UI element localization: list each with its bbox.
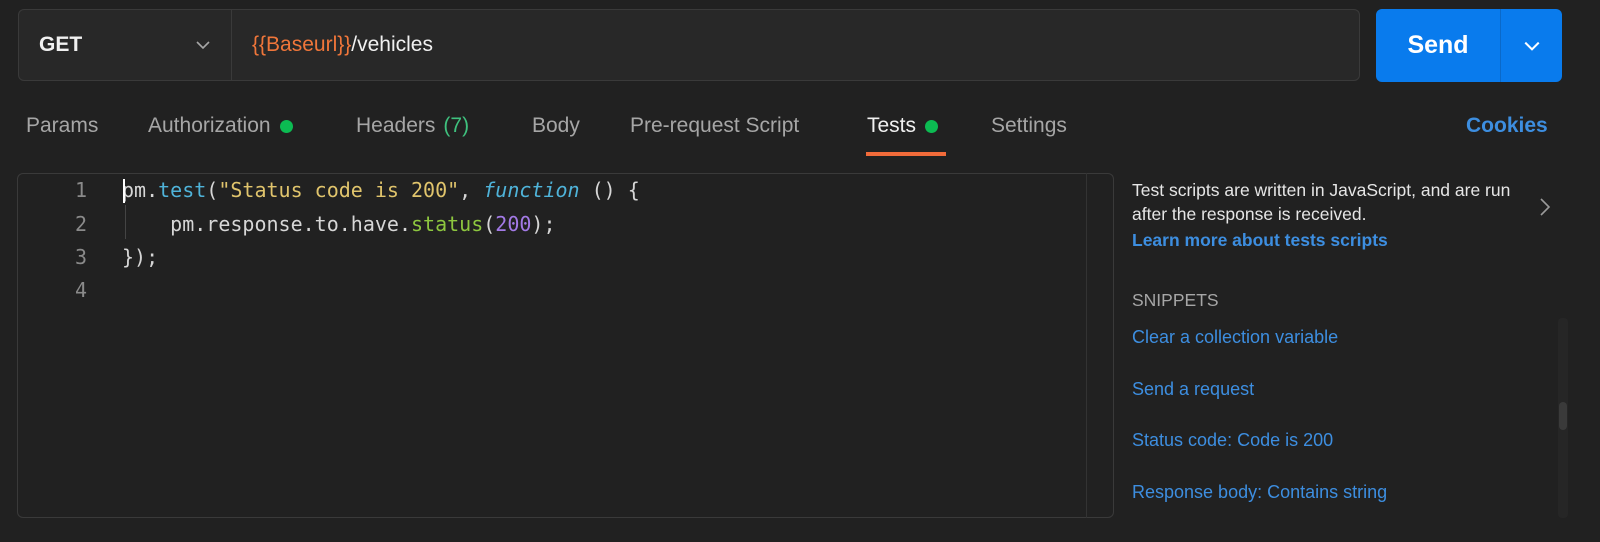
request-url-bar: GET {{Baseurl}}/vehicles	[18, 9, 1360, 81]
send-button[interactable]: Send	[1376, 9, 1501, 82]
tab-settings[interactable]: Settings	[991, 114, 1067, 138]
tests-description: Test scripts are written in JavaScript, …	[1132, 180, 1511, 224]
indent-guide	[125, 205, 126, 239]
url-path: /vehicles	[351, 33, 433, 56]
cookies-link[interactable]: Cookies	[1466, 114, 1548, 138]
code-line: 4	[0, 273, 87, 307]
code-line: 1 pm.test("Status code is 200", function…	[0, 173, 640, 207]
tab-params[interactable]: Params	[26, 114, 98, 138]
tests-side-panel: Test scripts are written in JavaScript, …	[1132, 178, 1562, 251]
snippet-link[interactable]: Send a request	[1132, 379, 1254, 400]
text-cursor	[123, 179, 125, 203]
method-label: GET	[39, 33, 83, 56]
url-variable: {{Baseurl}}	[252, 33, 352, 56]
line-number: 2	[74, 212, 87, 236]
code-text: pm.test("Status code is 200", function (…	[122, 178, 640, 202]
code-text: });	[122, 245, 159, 269]
tab-label: Authorization	[148, 114, 271, 137]
tab-label: Settings	[991, 114, 1067, 137]
chevron-down-icon	[196, 41, 210, 50]
snippets-heading: SNIPPETS	[1132, 290, 1219, 310]
url-input[interactable]: {{Baseurl}}/vehicles	[232, 33, 433, 57]
line-number: 4	[74, 278, 87, 302]
tab-headers[interactable]: Headers (7)	[356, 114, 469, 138]
send-options-button[interactable]	[1501, 9, 1562, 82]
tab-authorization[interactable]: Authorization	[148, 114, 293, 138]
tab-label: Params	[26, 114, 99, 137]
scrollbar-thumb[interactable]	[1559, 402, 1567, 430]
request-tabs: Params Authorization Headers (7) Body Pre…	[0, 104, 1600, 156]
tab-pre-request-script[interactable]: Pre-request Script	[630, 114, 799, 138]
learn-more-link[interactable]: Learn more about tests scripts	[1132, 230, 1562, 251]
status-dot-icon	[279, 119, 293, 133]
snippet-link[interactable]: Response body: Contains string	[1132, 482, 1387, 503]
tab-tests[interactable]: Tests	[867, 114, 939, 138]
line-number: 1	[74, 178, 87, 202]
method-select[interactable]: GET	[19, 10, 232, 80]
code-line: 3 });	[0, 240, 158, 274]
tab-label: Headers	[356, 114, 436, 137]
code-text: pm.response.to.have.status(200);	[170, 212, 556, 236]
tab-label: Tests	[867, 114, 917, 137]
headers-count: (7)	[443, 114, 470, 137]
chevron-right-icon[interactable]	[1537, 196, 1553, 218]
code-line: 2 pm.response.to.have.status(200);	[0, 207, 556, 241]
editor-divider	[1086, 173, 1087, 518]
snippet-link[interactable]: Status code: Code is 200	[1132, 430, 1333, 451]
line-number: 3	[74, 245, 87, 269]
tab-body[interactable]: Body	[532, 114, 580, 138]
snippet-link[interactable]: Clear a collection variable	[1132, 327, 1338, 348]
status-dot-icon	[925, 119, 939, 133]
send-button-group: Send	[1376, 9, 1562, 82]
tab-label: Body	[532, 114, 580, 137]
active-tab-indicator	[866, 152, 946, 156]
tab-label: Pre-request Script	[630, 114, 800, 137]
chevron-down-icon	[1524, 41, 1539, 51]
